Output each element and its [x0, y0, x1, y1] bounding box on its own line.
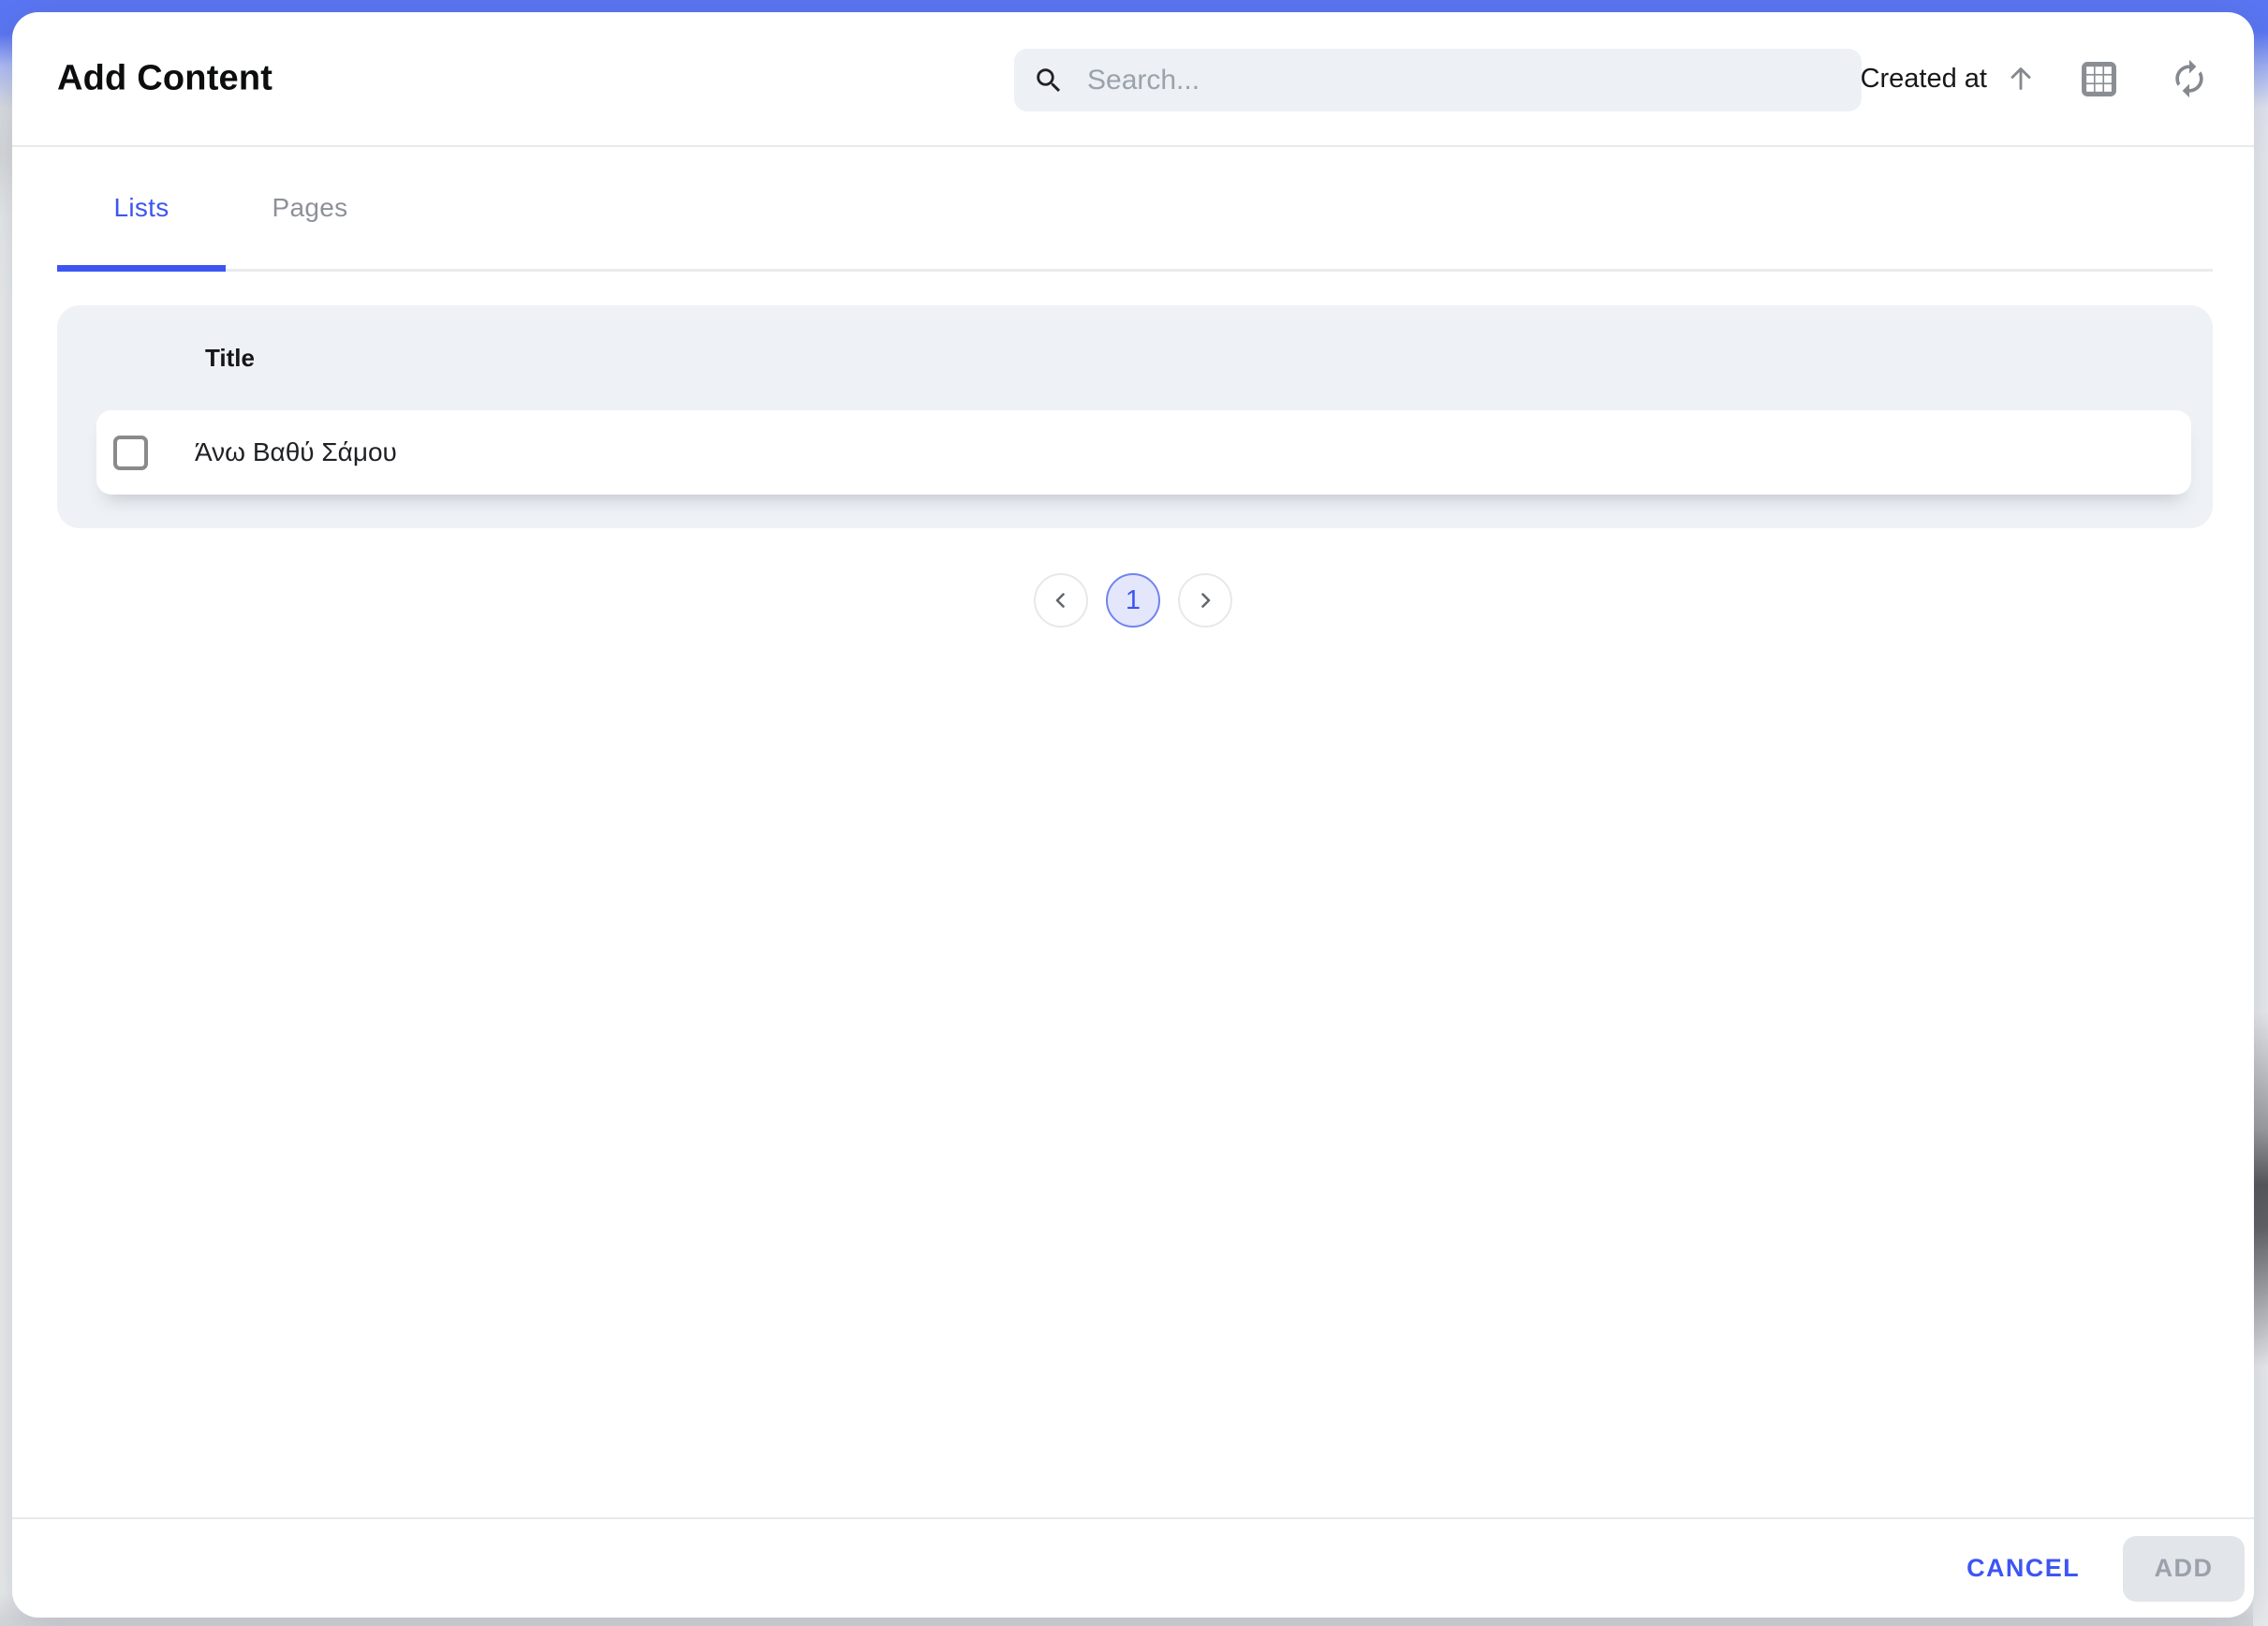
grid-view-icon[interactable]: [2081, 61, 2117, 97]
next-page-button[interactable]: [1178, 573, 1232, 628]
tab-pages-label: Pages: [272, 193, 348, 223]
cancel-button[interactable]: CANCEL: [1953, 1545, 2093, 1592]
header-controls: Created at: [1861, 12, 2210, 145]
page-title: Add Content: [57, 59, 272, 99]
add-button[interactable]: ADD: [2123, 1536, 2245, 1602]
search-icon: [1033, 65, 1065, 96]
title-column-header: Title: [205, 344, 255, 373]
active-tab-indicator: [57, 265, 226, 272]
screen-background: Add Content Created at: [0, 0, 2268, 1626]
row-title: Άνω Βαθύ Σάμου: [195, 437, 397, 467]
chevron-left-icon: [1050, 589, 1072, 612]
tab-pages[interactable]: Pages: [226, 147, 394, 269]
search-bar[interactable]: [1014, 49, 1862, 111]
lists-table-panel: Title Άνω Βαθύ Σάμου: [57, 305, 2213, 528]
table-header: Title: [57, 305, 2213, 410]
page-right-edge-scroll-strip: [2253, 0, 2268, 1626]
tab-lists[interactable]: Lists: [57, 147, 226, 269]
search-input[interactable]: [1085, 64, 1843, 97]
empty-content-area: [12, 628, 2254, 1517]
tab-bar: Lists Pages: [57, 147, 2213, 272]
chevron-right-icon: [1194, 589, 1216, 612]
add-content-dialog: Add Content Created at: [12, 12, 2254, 1618]
dialog-footer: CANCEL ADD: [12, 1517, 2254, 1618]
row-checkbox[interactable]: [113, 436, 148, 470]
dialog-header: Add Content Created at: [12, 12, 2254, 147]
tab-lists-label: Lists: [113, 193, 169, 223]
sort-field-label[interactable]: Created at: [1861, 64, 1987, 95]
page-number-current[interactable]: 1: [1106, 573, 1160, 628]
pagination: 1: [12, 573, 2254, 628]
table-row[interactable]: Άνω Βαθύ Σάμου: [96, 410, 2191, 495]
refresh-icon[interactable]: [2169, 58, 2210, 99]
previous-page-button[interactable]: [1034, 573, 1088, 628]
sort-ascending-icon[interactable]: [2004, 62, 2038, 96]
